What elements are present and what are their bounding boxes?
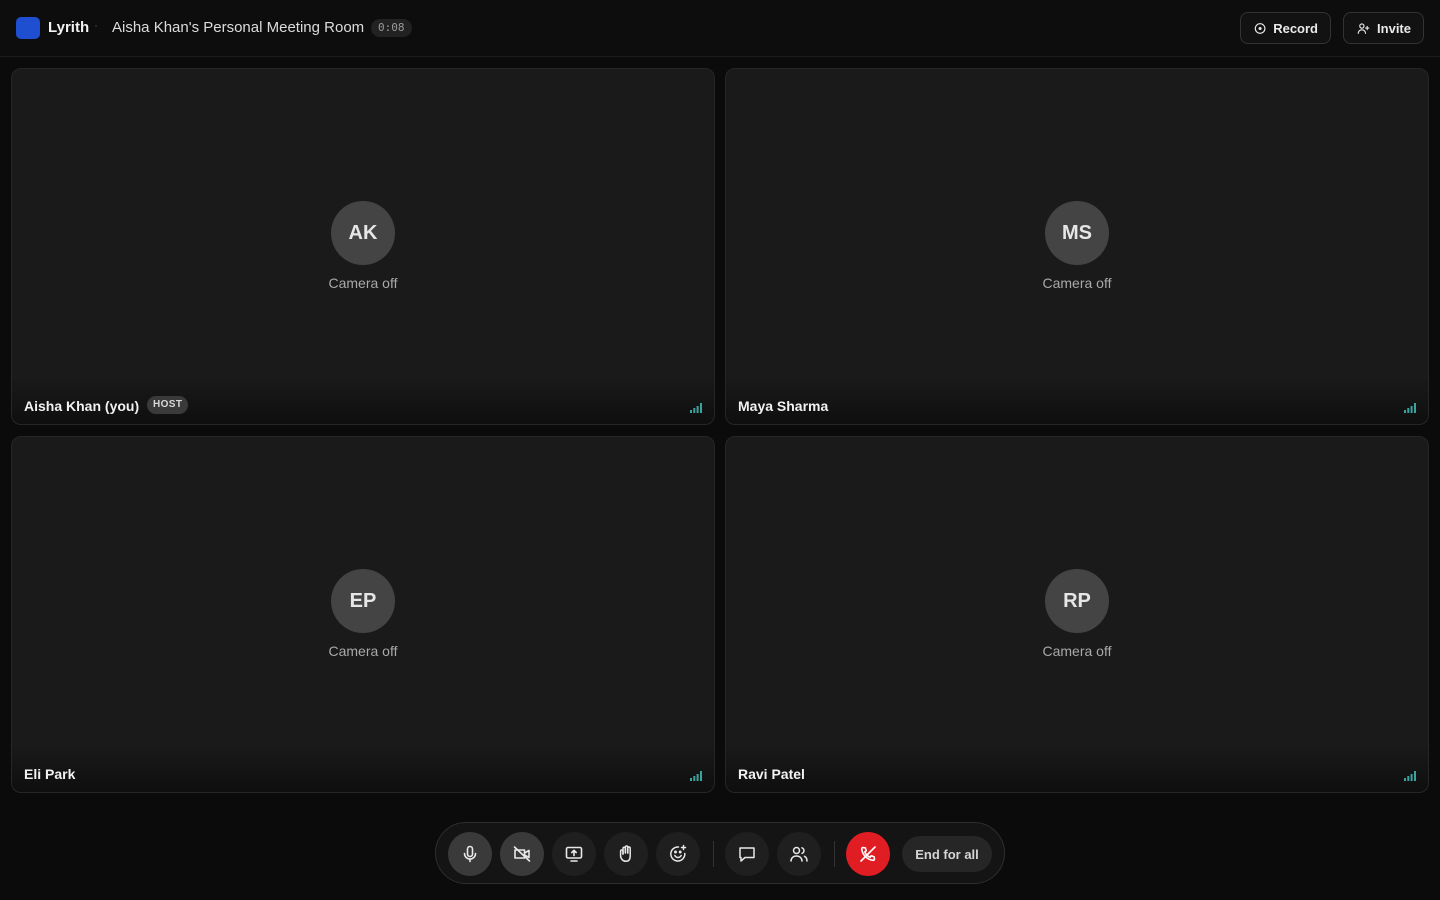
participant-name: Ravi Patel <box>738 766 805 782</box>
tile-footer <box>726 376 1428 424</box>
reactions-button[interactable] <box>656 832 700 876</box>
avatar: AK <box>331 201 395 265</box>
camera-off-label: Camera off <box>328 275 398 291</box>
signal-strength-icon <box>1404 403 1416 413</box>
raise-hand-button[interactable] <box>604 832 648 876</box>
camera-off-label: Camera off <box>328 643 398 659</box>
participant-tile-maya-sharma[interactable]: MS Camera off Maya Sharma <box>725 68 1429 425</box>
leave-call-button[interactable] <box>846 832 890 876</box>
record-icon <box>1254 22 1266 34</box>
participant-tile-aisha-khan[interactable]: AK Camera off Aisha Khan (you) HOST <box>11 68 715 425</box>
screen-share-icon <box>565 846 583 862</box>
record-button[interactable]: Record <box>1240 12 1331 44</box>
share-screen-button[interactable] <box>552 832 596 876</box>
participant-name: Eli Park <box>24 766 76 782</box>
video-off-icon <box>513 846 531 862</box>
signal-strength-icon <box>690 771 702 781</box>
avatar: RP <box>1045 569 1109 633</box>
meeting-timer: 0:08 <box>371 19 412 37</box>
mic-icon <box>463 845 477 863</box>
participants-icon <box>790 846 808 862</box>
chat-icon <box>739 847 755 862</box>
camera-toggle-button[interactable] <box>500 832 544 876</box>
tile-footer <box>12 744 714 792</box>
app-name: Lyrith <box>48 19 90 36</box>
title-separator: · <box>94 18 98 32</box>
end-for-all-button[interactable]: End for all <box>902 836 992 872</box>
avatar: EP <box>331 569 395 633</box>
signal-strength-icon <box>1404 771 1416 781</box>
participant-name: Maya Sharma <box>738 398 829 414</box>
invite-label: Invite <box>1377 20 1411 36</box>
controls-divider <box>713 841 714 867</box>
mic-button[interactable] <box>448 832 492 876</box>
app-logo <box>16 17 40 39</box>
raise-hand-icon <box>619 845 631 863</box>
record-label: Record <box>1273 20 1318 36</box>
reaction-icon <box>670 844 687 862</box>
call-controls-bar: End for all <box>435 822 1005 884</box>
camera-off-label: Camera off <box>1042 275 1112 291</box>
controls-divider <box>834 841 835 867</box>
chat-button[interactable] <box>725 832 769 876</box>
participants-button[interactable] <box>777 832 821 876</box>
avatar: MS <box>1045 201 1109 265</box>
tile-footer <box>726 744 1428 792</box>
participant-tile-eli-park[interactable]: EP Camera off Eli Park <box>11 436 715 793</box>
camera-off-label: Camera off <box>1042 643 1112 659</box>
host-badge: HOST <box>147 396 189 414</box>
meeting-title: Aisha Khan's Personal Meeting Room <box>112 19 365 36</box>
add-user-icon <box>1357 22 1370 34</box>
participant-tile-ravi-patel[interactable]: RP Camera off Ravi Patel <box>725 436 1429 793</box>
leave-call-icon <box>860 846 876 862</box>
participant-name: Aisha Khan (you) <box>24 398 140 414</box>
signal-strength-icon <box>690 403 702 413</box>
invite-button[interactable]: Invite <box>1343 12 1424 44</box>
top-bar: Lyrith · Aisha Khan's Personal Meeting R… <box>0 0 1440 57</box>
